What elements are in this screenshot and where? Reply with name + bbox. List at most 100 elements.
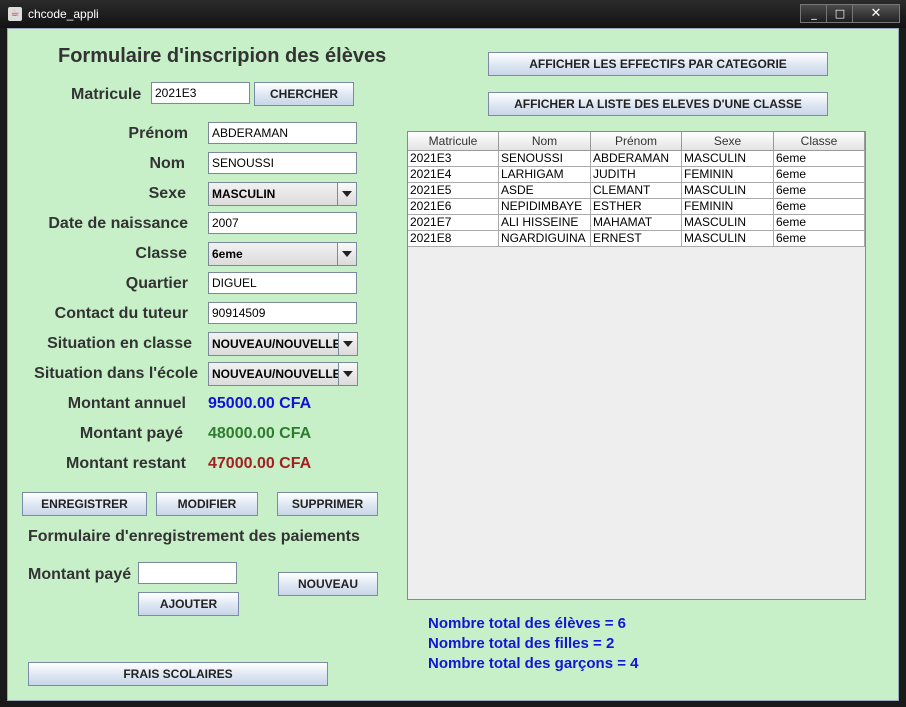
quartier-label: Quartier <box>125 275 188 292</box>
supprimer-button[interactable]: SUPPRIMER <box>277 492 378 516</box>
payment-amount-input[interactable] <box>138 562 237 584</box>
situation-ecole-select[interactable]: NOUVEAU/NOUVELLE <box>208 362 358 386</box>
table-cell[interactable]: ALI HISSEINE <box>499 215 591 231</box>
table-cell[interactable]: 2021E8 <box>408 231 499 247</box>
situation-classe-label: Situation en classe <box>47 335 192 352</box>
table-row[interactable]: 2021E8 NGARDIGUINA ERNEST MASCULIN 6eme <box>408 231 865 247</box>
chevron-down-icon[interactable] <box>338 333 357 355</box>
table-cell[interactable]: 6eme <box>774 231 865 247</box>
window-title: chcode_appli <box>28 7 99 21</box>
matricule-label: Matricule <box>71 86 142 103</box>
nom-label: Nom <box>149 155 185 172</box>
enregistrer-button[interactable]: ENREGISTRER <box>22 492 147 516</box>
naissance-input[interactable]: 2007 <box>208 212 357 234</box>
classe-select-value: 6eme <box>212 247 243 261</box>
table-cell[interactable]: 2021E7 <box>408 215 499 231</box>
frais-scolaires-button[interactable]: FRAIS SCOLAIRES <box>28 662 328 686</box>
table-cell[interactable]: MAHAMAT <box>591 215 682 231</box>
nouveau-button[interactable]: NOUVEAU <box>278 572 378 596</box>
table-cell[interactable]: JUDITH <box>591 167 682 183</box>
table-row[interactable]: 2021E6 NEPIDIMBAYE ESTHER FEMININ 6eme <box>408 199 865 215</box>
table-header: Matricule Nom Prénom Sexe Classe <box>408 132 865 151</box>
table-cell[interactable]: 2021E6 <box>408 199 499 215</box>
table-cell[interactable]: ERNEST <box>591 231 682 247</box>
sexe-label: Sexe <box>148 185 186 202</box>
naissance-label: Date de naissance <box>48 215 188 232</box>
situation-classe-select[interactable]: NOUVEAU/NOUVELLE <box>208 332 358 356</box>
table-cell[interactable]: SENOUSSI <box>499 151 591 167</box>
situation-ecole-value: NOUVEAU/NOUVELLE <box>212 367 341 381</box>
classe-label: Classe <box>135 245 187 262</box>
table-row[interactable]: 2021E4 LARHIGAM JUDITH FEMININ 6eme <box>408 167 865 183</box>
sexe-select-value: MASCULIN <box>212 187 276 201</box>
column-header[interactable]: Classe <box>774 132 865 151</box>
contact-label: Contact du tuteur <box>54 305 188 322</box>
prenom-label: Prénom <box>128 125 188 142</box>
table-cell[interactable]: 2021E3 <box>408 151 499 167</box>
classe-select[interactable]: 6eme <box>208 242 357 266</box>
restant-label: Montant restant <box>66 455 186 472</box>
paye-value: 48000.00 CFA <box>208 425 312 442</box>
stat-total: Nombre total des élèves = 6 <box>428 615 627 632</box>
search-button[interactable]: CHERCHER <box>254 82 354 106</box>
table-cell[interactable]: 6eme <box>774 167 865 183</box>
table-cell[interactable]: MASCULIN <box>682 215 774 231</box>
table-cell[interactable]: 2021E4 <box>408 167 499 183</box>
nom-input[interactable]: SENOUSSI <box>208 152 357 174</box>
app-window: ☕ chcode_appli _ □ ✕ Formulaire d'inscri… <box>0 0 906 707</box>
annuel-label: Montant annuel <box>67 395 186 412</box>
quartier-input[interactable]: DIGUEL <box>208 272 357 294</box>
table-cell[interactable]: 6eme <box>774 151 865 167</box>
sexe-select[interactable]: MASCULIN <box>208 182 357 206</box>
payment-title: Formulaire d'enregistrement des paiement… <box>28 528 360 545</box>
table-cell[interactable]: NEPIDIMBAYE <box>499 199 591 215</box>
form-title: Formulaire d'inscripion des élèves <box>58 45 387 67</box>
situation-classe-value: NOUVEAU/NOUVELLE <box>212 337 341 351</box>
modifier-button[interactable]: MODIFIER <box>156 492 258 516</box>
table-cell[interactable]: ABDERAMAN <box>591 151 682 167</box>
matricule-input[interactable]: 2021E3 <box>151 82 250 104</box>
table-cell[interactable]: LARHIGAM <box>499 167 591 183</box>
liste-classe-button[interactable]: AFFICHER LA LISTE DES ELEVES D'UNE CLASS… <box>488 92 828 116</box>
table-cell[interactable]: ESTHER <box>591 199 682 215</box>
chevron-down-icon[interactable] <box>337 243 356 265</box>
table-cell[interactable]: MASCULIN <box>682 151 774 167</box>
paye-label: Montant payé <box>79 425 183 442</box>
table-cell[interactable]: NGARDIGUINA <box>499 231 591 247</box>
close-button[interactable]: ✕ <box>852 4 900 23</box>
effectifs-button[interactable]: AFFICHER LES EFFECTIFS PAR CATEGORIE <box>488 52 828 76</box>
table-cell[interactable]: FEMININ <box>682 199 774 215</box>
stat-filles: Nombre total des filles = 2 <box>428 635 615 652</box>
title-bar[interactable]: ☕ chcode_appli _ □ ✕ <box>0 0 906 28</box>
chevron-down-icon[interactable] <box>338 363 357 385</box>
table-cell[interactable]: MASCULIN <box>682 183 774 199</box>
table-cell[interactable]: ASDE <box>499 183 591 199</box>
table-cell[interactable]: 6eme <box>774 183 865 199</box>
payment-amount-label: Montant payé <box>28 566 132 583</box>
students-table[interactable]: Matricule Nom Prénom Sexe Classe 2021E3 SENOU… <box>407 131 866 600</box>
table-cell[interactable]: FEMININ <box>682 167 774 183</box>
table-cell[interactable]: 2021E5 <box>408 183 499 199</box>
table-row[interactable]: 2021E3 SENOUSSI ABDERAMAN MASCULIN 6eme <box>408 151 865 167</box>
table-cell[interactable]: CLEMANT <box>591 183 682 199</box>
table-cell[interactable]: 6eme <box>774 215 865 231</box>
minimize-button[interactable]: _ <box>800 4 828 23</box>
table-row[interactable]: 2021E5 ASDE CLEMANT MASCULIN 6eme <box>408 183 865 199</box>
prenom-input[interactable]: ABDERAMAN <box>208 122 357 144</box>
column-header[interactable]: Matricule <box>408 132 499 151</box>
column-header[interactable]: Prénom <box>591 132 682 151</box>
table-cell[interactable]: MASCULIN <box>682 231 774 247</box>
situation-ecole-label: Situation dans l'école <box>34 365 198 382</box>
stat-garcons: Nombre total des garçons = 4 <box>428 655 639 672</box>
table-cell[interactable]: 6eme <box>774 199 865 215</box>
column-header[interactable]: Sexe <box>682 132 774 151</box>
ajouter-button[interactable]: AJOUTER <box>138 592 239 616</box>
contact-input[interactable]: 90914509 <box>208 302 357 324</box>
java-icon: ☕ <box>8 7 22 21</box>
column-header[interactable]: Nom <box>499 132 591 151</box>
chevron-down-icon[interactable] <box>337 183 356 205</box>
maximize-button[interactable]: □ <box>826 4 854 23</box>
restant-value: 47000.00 CFA <box>208 455 312 472</box>
table-row[interactable]: 2021E7 ALI HISSEINE MAHAMAT MASCULIN 6eme <box>408 215 865 231</box>
annuel-value: 95000.00 CFA <box>208 395 312 412</box>
